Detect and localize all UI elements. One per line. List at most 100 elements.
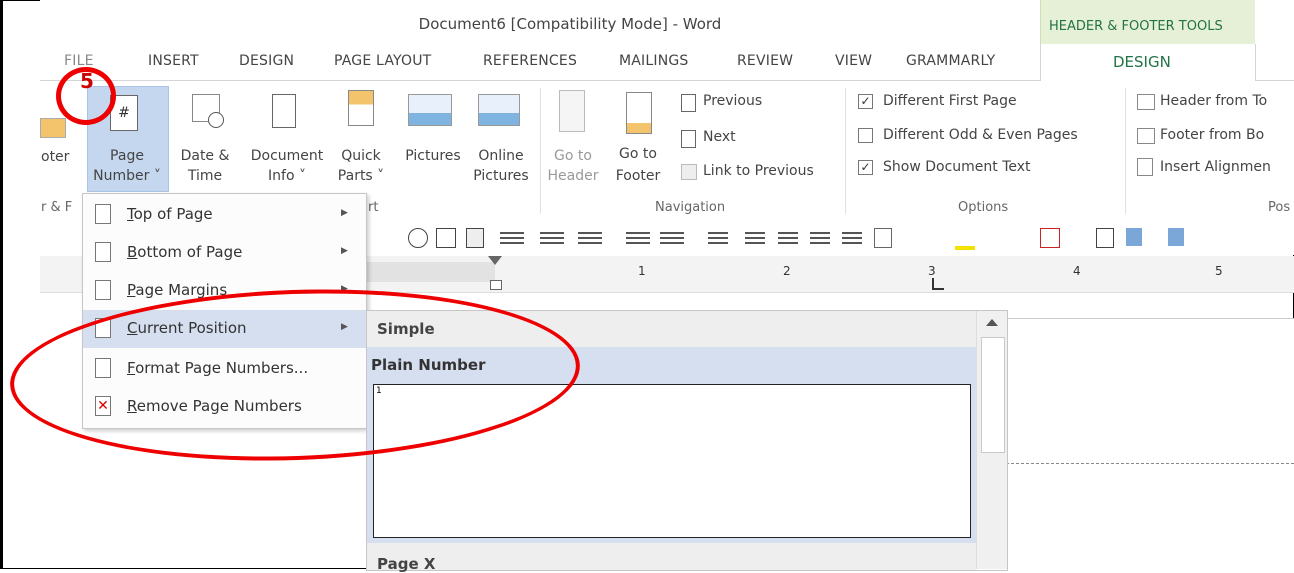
group-insert-label: rt — [368, 200, 379, 215]
go-to-footer-label-1[interactable]: Go to — [610, 144, 666, 164]
tab-design-active-label: DESIGN — [1113, 53, 1171, 71]
text-box-icon[interactable] — [466, 228, 484, 248]
insert-alignment-tab-label[interactable]: Insert Alignmen — [1160, 159, 1271, 175]
bullets-icon[interactable] — [578, 232, 602, 234]
rectangle-shape-icon[interactable] — [436, 228, 456, 248]
header-boundary-line — [1006, 463, 1294, 464]
increase-indent-icon[interactable] — [540, 232, 564, 234]
pictures-icon — [408, 94, 452, 126]
different-odd-even-checkbox[interactable] — [858, 128, 873, 143]
document-info-icon — [272, 94, 296, 128]
go-to-header-label-1[interactable]: Go to — [548, 146, 598, 166]
contextual-tab-group-header: HEADER & FOOTER TOOLS — [1040, 0, 1255, 44]
menu-item-top-of-page[interactable]: Top of Page ▶ — [83, 196, 366, 234]
next-button[interactable]: Next — [703, 129, 736, 145]
online-pictures-icon — [478, 94, 520, 126]
page-margins-icon — [95, 280, 111, 300]
accept-change-icon[interactable] — [1168, 228, 1184, 246]
insert-field-icon[interactable] — [1040, 228, 1060, 248]
tab-page-layout[interactable]: PAGE LAYOUT — [334, 53, 431, 69]
footer-icon — [40, 118, 66, 138]
submenu-arrow-icon: ▶ — [341, 208, 348, 218]
scroll-up-arrow-icon[interactable] — [986, 319, 998, 326]
footer-button-label[interactable]: oter — [41, 147, 69, 167]
group-position-label: Pos — [1268, 200, 1291, 215]
numbering-icon[interactable] — [626, 232, 650, 234]
show-document-text-checkbox[interactable]: ✓ — [858, 160, 873, 175]
tab-mailings[interactable]: MAILINGS — [619, 53, 689, 69]
menu-label-text: op of Page — [133, 205, 213, 223]
online-pictures-label-2[interactable]: Pictures — [468, 166, 534, 186]
clock-icon — [208, 112, 224, 128]
online-pictures-label-1[interactable]: Online — [468, 146, 534, 166]
menu-item-bottom-of-page[interactable]: Bottom of Page ▶ — [83, 234, 366, 272]
ruler-margin — [365, 262, 495, 282]
top-of-page-icon — [95, 204, 111, 224]
ribbon-separator — [1125, 88, 1126, 214]
different-first-page-label: Different First Page — [883, 93, 1017, 109]
different-odd-even-label: Different Odd & Even Pages — [883, 127, 1078, 143]
center-tab-stop[interactable] — [932, 278, 944, 290]
line-spacing-icon[interactable] — [660, 232, 684, 234]
first-line-indent-marker[interactable] — [488, 256, 502, 265]
go-to-header-icon — [559, 90, 585, 132]
paragraph-shading-icon[interactable] — [874, 228, 892, 248]
header-from-top-label[interactable]: Header from To — [1160, 93, 1267, 109]
previous-icon — [681, 94, 696, 112]
track-changes-icon[interactable] — [1126, 228, 1142, 246]
date-time-label-2[interactable]: Time — [175, 166, 235, 186]
different-first-page-checkbox[interactable]: ✓ — [858, 94, 873, 109]
document-info-label-2[interactable]: Info ˅ — [242, 166, 332, 186]
align-center-icon[interactable] — [778, 232, 798, 234]
left-indent-marker[interactable] — [490, 280, 502, 290]
tab-references[interactable]: REFERENCES — [483, 53, 577, 69]
link-to-previous-button[interactable]: Link to Previous — [703, 163, 814, 179]
group-navigation-label: Navigation — [655, 200, 726, 215]
accelerator-key: B — [127, 243, 138, 261]
insert-alignment-tab-icon — [1137, 158, 1153, 176]
go-to-footer-label-2[interactable]: Footer — [605, 166, 671, 186]
accelerator-key: T — [127, 205, 134, 223]
gallery-scrollbar[interactable] — [976, 311, 1007, 569]
oval-shape-icon[interactable] — [408, 228, 428, 248]
print-preview-icon[interactable] — [1096, 228, 1114, 248]
highlight-color-icon[interactable] — [955, 228, 975, 250]
scroll-thumb[interactable] — [981, 337, 1005, 453]
quick-parts-label-2[interactable]: Parts ˅ — [333, 166, 389, 186]
quick-parts-label-1[interactable]: Quick — [333, 146, 389, 166]
bottom-of-page-icon — [95, 242, 111, 262]
tab-review[interactable]: REVIEW — [737, 53, 793, 69]
ruler-mark-2: 2 — [783, 264, 791, 278]
menu-item-top-of-page-label: Top of Page — [127, 205, 213, 223]
ruler-mark-1: 1 — [638, 264, 646, 278]
page-number-label-1: Page — [110, 148, 144, 164]
show-formatting-icon[interactable] — [708, 232, 728, 234]
show-document-text-label: Show Document Text — [883, 159, 1031, 175]
tab-view[interactable]: VIEW — [835, 53, 872, 69]
menu-item-bottom-of-page-label: Bottom of Page — [127, 243, 242, 261]
document-info-label-1[interactable]: Document — [242, 146, 332, 166]
tab-grammarly[interactable]: GRAMMARLY — [906, 53, 995, 69]
link-to-previous-icon — [681, 164, 697, 180]
gallery-section-page-x: Page X — [377, 555, 436, 573]
contextual-tab-group-label: HEADER & FOOTER TOOLS — [1049, 19, 1223, 34]
justify-icon[interactable] — [842, 232, 862, 234]
tab-insert[interactable]: INSERT — [148, 53, 199, 69]
header-from-top-icon — [1137, 94, 1155, 110]
tab-design[interactable]: DESIGN — [239, 53, 294, 69]
gallery-section-header-2: Page X — [367, 543, 976, 573]
footer-from-bottom-label[interactable]: Footer from Bo — [1160, 127, 1264, 143]
go-to-footer-icon — [626, 92, 652, 134]
align-left-icon[interactable] — [745, 232, 765, 234]
ruler-mark-5: 5 — [1215, 264, 1223, 278]
go-to-header-label-2[interactable]: Header — [543, 166, 603, 186]
align-right-icon[interactable] — [810, 232, 830, 234]
decrease-indent-icon[interactable] — [500, 232, 524, 234]
ruler-mark-4: 4 — [1073, 264, 1081, 278]
tab-design-active[interactable]: DESIGN — [1040, 44, 1256, 82]
window-title: Document6 [Compatibility Mode] - Word — [418, 15, 722, 33]
pictures-label[interactable]: Pictures — [398, 146, 468, 166]
previous-button[interactable]: Previous — [703, 93, 762, 109]
date-time-label-1[interactable]: Date & — [175, 146, 235, 166]
document-page[interactable] — [1006, 318, 1294, 570]
